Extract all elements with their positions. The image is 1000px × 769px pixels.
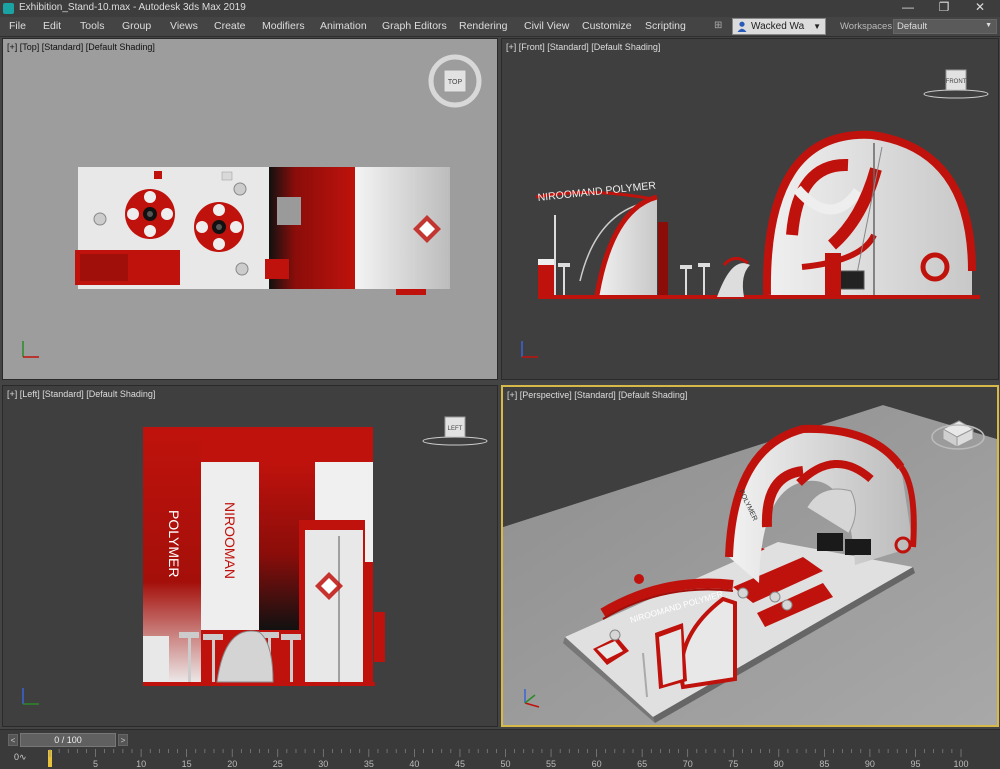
menu-views[interactable]: Views: [170, 20, 198, 32]
track-tick-label: 25: [273, 759, 283, 769]
menu-animation[interactable]: Animation: [320, 20, 367, 32]
track-tick-label: 75: [728, 759, 738, 769]
menu-scripting[interactable]: Scripting: [645, 20, 686, 32]
track-tick-label: 85: [819, 759, 829, 769]
track-tick-label: 70: [683, 759, 693, 769]
app-window: Exhibition_Stand-10.max - Autodesk 3ds M…: [0, 0, 1000, 769]
viewcube-front: FRONT: [923, 69, 989, 99]
menu-customize[interactable]: Customize: [582, 20, 632, 32]
wall-word-nirooman: NIROOMAN: [222, 502, 238, 579]
svg-text:FRONT: FRONT: [946, 79, 967, 85]
viewport-front-label[interactable]: [+] [Front] [Standard] [Default Shading]: [506, 42, 660, 52]
menu-modifiers[interactable]: Modifiers: [262, 20, 305, 32]
user-icon: [737, 21, 747, 32]
svg-text:TOP: TOP: [448, 79, 463, 86]
svg-text:LEFT: LEFT: [448, 426, 463, 432]
track-tick-label: 20: [227, 759, 237, 769]
window-title: Exhibition_Stand-10.max - Autodesk 3ds M…: [19, 2, 246, 13]
workspace-value: Default: [897, 21, 928, 32]
track-bar[interactable]: 0∿ 5 10 15 20 25 30 35 40 45 50 55 60 65 70 75 80 85 90 95…: [0, 749, 1000, 769]
sign-in-dropdown[interactable]: Wacked Wa ▼: [732, 18, 826, 35]
viewport-left-label[interactable]: [+] [Left] [Standard] [Default Shading]: [7, 389, 155, 399]
time-slider-next-button[interactable]: >: [118, 734, 128, 746]
overflow-icon[interactable]: ⊞: [714, 20, 722, 31]
track-ruler: 5 10 15 20 25 30 35 40 45 50 55 60 65 70 75 80 85 90 95 100: [49, 749, 969, 769]
chevron-down-icon: ▼: [985, 22, 992, 29]
workspace-select[interactable]: Default ▼: [893, 19, 997, 34]
viewport-left[interactable]: POLYMER NIROOMAN LEFT [+] [Left] [Standa…: [2, 385, 498, 727]
workspaces-label: Workspaces:: [840, 21, 895, 32]
time-slider-prev-button[interactable]: <: [8, 734, 18, 746]
track-tick-label: 40: [409, 759, 419, 769]
restore-button[interactable]: ❐: [924, 0, 964, 17]
minimize-button[interactable]: —: [888, 0, 928, 17]
track-tick-label: 60: [592, 759, 602, 769]
menu-civil-view[interactable]: Civil View: [524, 20, 569, 32]
menu-edit[interactable]: Edit: [43, 20, 61, 32]
viewcube-left: LEFT: [422, 416, 488, 446]
app-icon: [3, 3, 14, 14]
track-tick-label: 90: [865, 759, 875, 769]
time-slider-bar: < 0 / 100 >: [0, 729, 1000, 749]
table-top-2: [194, 202, 244, 252]
close-button[interactable]: ✕: [960, 0, 1000, 17]
title-bar: Exhibition_Stand-10.max - Autodesk 3ds M…: [0, 0, 1000, 17]
axis-tripod-icon: [22, 688, 39, 705]
table-top-1: [125, 189, 175, 239]
left-view-scene: POLYMER NIROOMAN LEFT: [22, 416, 488, 705]
viewcube-top: TOP: [428, 54, 482, 108]
viewport-perspective-label[interactable]: [+] [Perspective] [Standard] [Default Sh…: [507, 390, 687, 400]
viewport-top-label[interactable]: [+] [Top] [Standard] [Default Shading]: [7, 42, 155, 52]
menu-tools[interactable]: Tools: [80, 20, 105, 32]
menu-bar: File Edit Tools Group Views Create Modif…: [0, 17, 1000, 37]
axis-tripod-icon: [521, 341, 538, 358]
track-tick-label: 45: [455, 759, 465, 769]
track-tick-label: 5: [93, 759, 98, 769]
track-tick-label: 55: [546, 759, 556, 769]
sign-in-label: Wacked Wa: [751, 21, 805, 32]
menu-create[interactable]: Create: [214, 20, 246, 32]
track-tick-label: 30: [318, 759, 328, 769]
chevron-down-icon: ▼: [813, 22, 821, 31]
track-tick-label: 80: [774, 759, 784, 769]
time-slider-thumb[interactable]: 0 / 100: [20, 733, 116, 747]
track-tick-label: 65: [637, 759, 647, 769]
wall-word-polymer: POLYMER: [166, 510, 182, 577]
track-tick-label: 35: [364, 759, 374, 769]
menu-file[interactable]: File: [9, 20, 26, 32]
menu-rendering[interactable]: Rendering: [459, 20, 507, 32]
top-view-scene: TOP: [22, 54, 482, 358]
perspective-view-scene: POLYMER NIROOMAND POLYMER: [503, 387, 997, 725]
menu-graph-editors[interactable]: Graph Editors: [382, 20, 447, 32]
track-tick-label: 100: [953, 759, 968, 769]
track-tick-label: 95: [910, 759, 920, 769]
viewport-front[interactable]: NIROOMAND POLYMER FRONT [+] [Front] [Sta…: [501, 38, 999, 380]
menu-group[interactable]: Group: [122, 20, 151, 32]
front-view-scene: NIROOMAND POLYMER FRONT: [521, 69, 989, 358]
track-tick-label: 15: [182, 759, 192, 769]
viewport-top[interactable]: TOP [+] [Top] [Standard] [Default Shadin…: [2, 38, 498, 380]
track-tick-label: 10: [136, 759, 146, 769]
axis-tripod-icon: [22, 341, 39, 358]
viewport-perspective[interactable]: POLYMER NIROOMAND POLYMER [+] [Perspecti…: [501, 385, 999, 727]
brand-text-front: NIROOMAND POLYMER: [537, 180, 657, 204]
track-tick-label: 50: [500, 759, 510, 769]
